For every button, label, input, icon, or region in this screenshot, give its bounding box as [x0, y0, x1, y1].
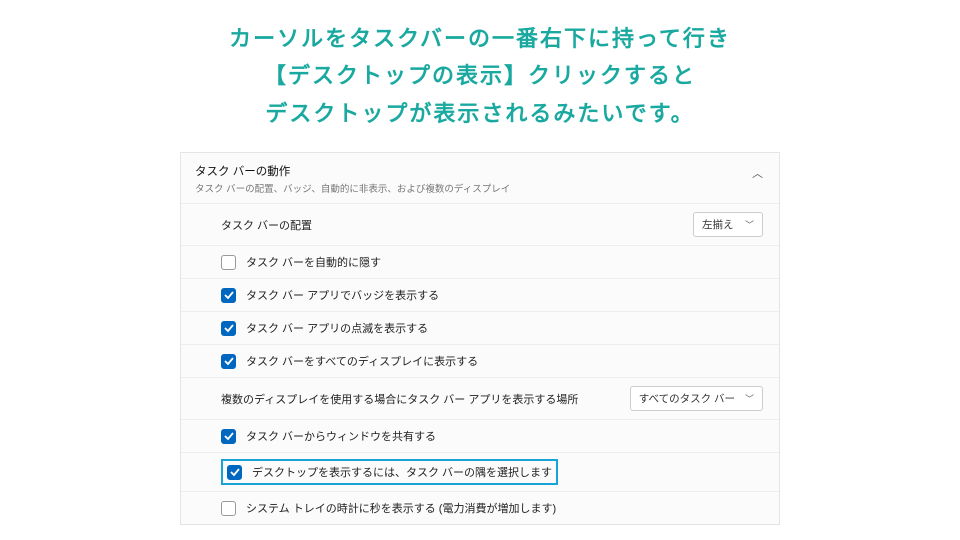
panel-header[interactable]: タスク バーの動作 タスク バーの配置、バッジ、自動的に非表示、および複数のディ…: [181, 153, 779, 204]
row-share-window: タスク バーからウィンドウを共有する: [181, 420, 779, 453]
row-all-displays: タスク バーをすべてのディスプレイに表示する: [181, 345, 779, 378]
badges-checkbox[interactable]: [221, 288, 236, 303]
alldisplays-checkbox[interactable]: [221, 354, 236, 369]
panel-title: タスク バーの動作: [195, 163, 510, 179]
badges-label: タスク バー アプリでバッジを表示する: [246, 287, 439, 303]
sharewindow-label: タスク バーからウィンドウを共有する: [246, 428, 436, 444]
seconds-label: システム トレイの時計に秒を表示する (電力消費が増加します): [246, 500, 556, 516]
chevron-down-icon: ﹀: [745, 218, 754, 231]
row-autohide: タスク バーを自動的に隠す: [181, 246, 779, 279]
alignment-value: 左揃え: [702, 217, 734, 232]
page-caption: カーソルをタスクバーの一番右下に持って行き 【デスクトップの表示】クリックすると…: [0, 0, 960, 142]
panel-subtitle: タスク バーの配置、バッジ、自動的に非表示、および複数のディスプレイ: [195, 181, 510, 195]
alignment-select[interactable]: 左揃え ﹀: [693, 212, 763, 237]
row-badges: タスク バー アプリでバッジを表示する: [181, 279, 779, 312]
caption-line-3: デスクトップが表示されるみたいです。: [40, 95, 920, 132]
autohide-checkbox[interactable]: [221, 255, 236, 270]
multidisplay-select[interactable]: すべてのタスク バー ﹀: [630, 386, 763, 411]
alignment-label: タスク バーの配置: [221, 217, 312, 233]
flashing-label: タスク バー アプリの点滅を表示する: [246, 320, 428, 336]
flashing-checkbox[interactable]: [221, 321, 236, 336]
taskbar-behaviors-panel: タスク バーの動作 タスク バーの配置、バッジ、自動的に非表示、および複数のディ…: [180, 152, 780, 525]
caption-line-2: 【デスクトップの表示】クリックすると: [40, 57, 920, 94]
row-flashing: タスク バー アプリの点滅を表示する: [181, 312, 779, 345]
row-show-desktop: デスクトップを表示するには、タスク バーの隅を選択します: [181, 453, 779, 492]
caption-line-1: カーソルをタスクバーの一番右下に持って行き: [40, 20, 920, 57]
showdesktop-label: デスクトップを表示するには、タスク バーの隅を選択します: [252, 464, 552, 480]
chevron-up-icon: ︿: [752, 163, 763, 181]
seconds-checkbox[interactable]: [221, 501, 236, 516]
multidisplay-value: すべてのタスク バー: [639, 391, 735, 406]
alldisplays-label: タスク バーをすべてのディスプレイに表示する: [246, 353, 478, 369]
sharewindow-checkbox[interactable]: [221, 429, 236, 444]
show-desktop-highlight: デスクトップを表示するには、タスク バーの隅を選択します: [221, 459, 558, 485]
showdesktop-checkbox[interactable]: [227, 465, 242, 480]
multidisplay-label: 複数のディスプレイを使用する場合にタスク バー アプリを表示する場所: [221, 391, 578, 407]
row-seconds: システム トレイの時計に秒を表示する (電力消費が増加します): [181, 492, 779, 524]
row-taskbar-alignment: タスク バーの配置 左揃え ﹀: [181, 204, 779, 246]
chevron-down-icon: ﹀: [745, 392, 754, 405]
autohide-label: タスク バーを自動的に隠す: [246, 254, 381, 270]
row-multidisplay-apps: 複数のディスプレイを使用する場合にタスク バー アプリを表示する場所 すべてのタ…: [181, 378, 779, 420]
